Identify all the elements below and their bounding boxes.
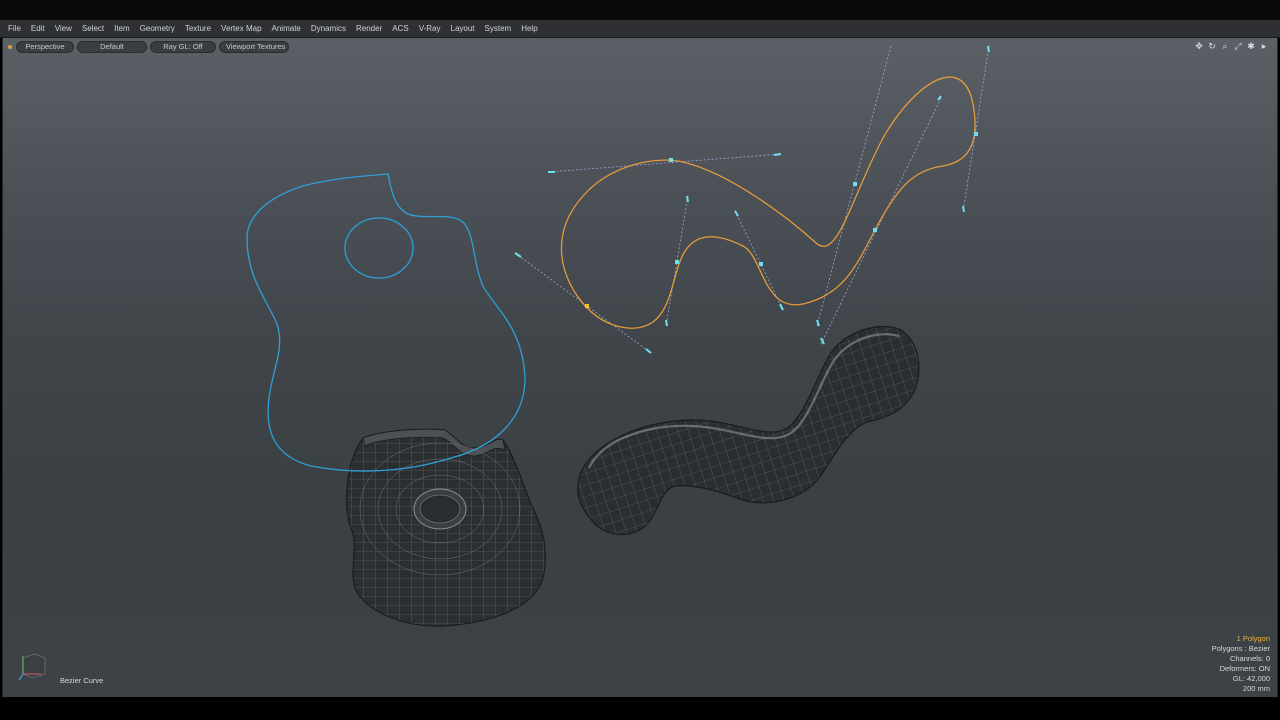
zoom-icon[interactable]: ⌕ (1220, 41, 1230, 51)
view-mode-button[interactable]: Perspective (16, 40, 74, 53)
axis-gizmo (15, 648, 51, 689)
polygons-type: Polygons : Bezier (1211, 644, 1270, 653)
move-icon[interactable]: ✥ (1194, 41, 1204, 51)
menu-item[interactable]: Item (109, 20, 135, 38)
menu-file[interactable]: File (3, 20, 26, 38)
gl-poly-count: GL: 42,000 (1232, 674, 1270, 683)
raygl-button[interactable]: Ray GL: Off (150, 40, 216, 53)
menu-acs[interactable]: ACS (387, 20, 413, 38)
menu-texture[interactable]: Texture (180, 20, 216, 38)
menu-layout[interactable]: Layout (446, 20, 480, 38)
menu-select[interactable]: Select (77, 20, 109, 38)
expand-icon[interactable]: ▸ (1259, 41, 1269, 51)
snake-mesh[interactable] (577, 325, 920, 536)
menu-bar: File Edit View Select Item Geometry Text… (0, 20, 1280, 38)
deformers-status: Deformers: ON (1219, 664, 1270, 673)
settings-icon[interactable]: ✱ (1246, 41, 1256, 51)
scene-canvas[interactable] (3, 38, 1278, 697)
menu-edit[interactable]: Edit (26, 20, 50, 38)
window-top-bar (0, 0, 1280, 20)
rotate-icon[interactable]: ↻ (1207, 41, 1217, 51)
window-bottom-bar (0, 697, 1280, 720)
3d-viewport[interactable]: Perspective Default Ray GL: Off Viewport… (2, 38, 1278, 697)
bezier-curve[interactable] (514, 45, 990, 354)
menu-system[interactable]: System (480, 20, 517, 38)
menu-animate[interactable]: Animate (267, 20, 306, 38)
fit-icon[interactable]: ⤢ (1233, 41, 1243, 51)
menu-view[interactable]: View (50, 20, 77, 38)
grid-size: 200 mm (1242, 684, 1270, 693)
soundhole-curve (344, 217, 414, 279)
menu-geometry[interactable]: Geometry (135, 20, 180, 38)
selected-point (585, 304, 589, 308)
menu-dynamics[interactable]: Dynamics (306, 20, 351, 38)
guitar-curve[interactable] (246, 173, 526, 472)
menu-vray[interactable]: V-Ray (414, 20, 446, 38)
viewport-tools: ✥ ↻ ⌕ ⤢ ✱ ▸ (1194, 41, 1269, 51)
guitar-mesh[interactable] (345, 428, 546, 627)
scene-info-panel: 1 Polygon Polygons : Bezier Channels: 0 … (1212, 634, 1270, 694)
viewport-header: Perspective Default Ray GL: Off Viewport… (3, 40, 292, 53)
selection-count: 1 Polygon (1236, 634, 1270, 643)
item-type-label: Bezier Curve (60, 676, 104, 685)
axis-icon (18, 653, 46, 681)
viewport-indicator-icon (8, 44, 12, 49)
viewport-textures-button[interactable]: Viewport Textures (219, 40, 289, 53)
modo-app: File Edit View Select Item Geometry Text… (0, 0, 1280, 720)
menu-help[interactable]: Help (516, 20, 542, 38)
channels-count: Channels: 0 (1229, 654, 1270, 663)
menu-vertex-map[interactable]: Vertex Map (216, 20, 266, 38)
menu-render[interactable]: Render (351, 20, 387, 38)
shading-button[interactable]: Default (77, 40, 147, 53)
